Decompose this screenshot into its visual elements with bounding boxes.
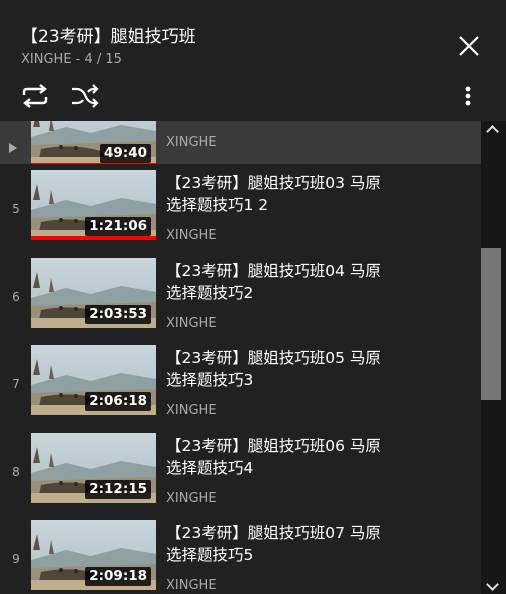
watch-progress-bar <box>31 236 156 240</box>
video-title[interactable]: 【23考研】腿姐技巧班07 马原 选择题技巧5 <box>166 522 431 566</box>
video-title[interactable]: 【23考研】腿姐技巧班05 马原 选择题技巧3 <box>166 347 431 391</box>
playlist-panel: 49:40选择题技巧1 1XINGHE5 1:21:06【23考研】腿姐技巧班0… <box>0 0 506 594</box>
playlist-title[interactable]: 【23考研】腿姐技巧班 <box>21 22 196 47</box>
video-title-line: 选择题技巧1 2 <box>166 196 269 214</box>
video-title-line: 【23考研】腿姐技巧班05 马原 <box>166 349 381 367</box>
video-channel[interactable]: XINGHE <box>166 403 217 418</box>
video-title[interactable]: 【23考研】腿姐技巧班04 马原 选择题技巧2 <box>166 260 431 304</box>
video-channel[interactable]: XINGHE <box>166 578 217 593</box>
video-duration-badge: 49:40 <box>100 144 151 163</box>
video-duration-badge: 1:21:06 <box>85 217 151 236</box>
loop-icon[interactable] <box>19 81 51 111</box>
video-title-line: 选择题技巧3 <box>166 371 254 389</box>
video-title-line: 选择题技巧4 <box>166 459 254 477</box>
more-vertical-icon[interactable] <box>456 81 480 111</box>
scrollbar-thumb[interactable] <box>481 248 501 400</box>
scroll-up-arrow[interactable] <box>481 121 506 138</box>
playlist-subtitle[interactable]: XINGHE - 4 / 15 <box>21 52 122 67</box>
video-thumbnail[interactable]: 2:09:18 <box>31 520 156 590</box>
video-thumbnail[interactable]: 1:21:06 <box>31 170 156 240</box>
playlist-item-index: 8 <box>12 465 20 479</box>
video-duration-badge: 2:12:15 <box>85 480 151 499</box>
video-channel[interactable]: XINGHE <box>166 228 217 243</box>
scroll-down-arrow[interactable] <box>481 578 506 594</box>
video-title-line: 【23考研】腿姐技巧班04 马原 <box>166 262 381 280</box>
video-thumbnail[interactable]: 2:06:18 <box>31 345 156 415</box>
playlist-item-index: 7 <box>12 377 20 391</box>
video-thumbnail[interactable]: 2:12:15 <box>31 433 156 503</box>
playlist-item[interactable]: 8 2:12:15 【23考研】腿姐技巧班06 马原 选择题技巧4 XINGHE <box>0 433 481 521</box>
video-title-line: 【23考研】腿姐技巧班03 马原 <box>166 174 381 192</box>
close-icon[interactable] <box>454 31 484 61</box>
video-thumbnail[interactable]: 2:03:53 <box>31 258 156 328</box>
video-title-line: 【23考研】腿姐技巧班06 马原 <box>166 437 381 455</box>
playlist-item-index: 9 <box>12 552 20 566</box>
video-duration-badge: 2:06:18 <box>85 392 151 411</box>
video-channel[interactable]: XINGHE <box>166 491 217 506</box>
playlist-item[interactable]: 7 2:06:18 【23考研】腿姐技巧班05 马原 选择题技巧3 XINGHE <box>0 345 481 433</box>
video-channel[interactable]: XINGHE <box>166 316 217 331</box>
watch-progress-bar <box>31 163 156 164</box>
playlist-item[interactable]: 9 2:09:18 【23考研】腿姐技巧班07 马原 选择题技巧5 XINGHE <box>0 520 481 594</box>
video-title-line: 选择题技巧5 <box>166 546 254 564</box>
video-duration-badge: 2:03:53 <box>85 305 151 324</box>
video-title-line: 选择题技巧2 <box>166 284 254 302</box>
video-title[interactable]: 【23考研】腿姐技巧班06 马原 选择题技巧4 <box>166 435 431 479</box>
video-title-line: 【23考研】腿姐技巧班07 马原 <box>166 524 381 542</box>
playlist-item-index: 6 <box>12 290 20 304</box>
video-channel[interactable]: XINGHE <box>166 135 217 150</box>
playlist-header: 【23考研】腿姐技巧班 XINGHE - 4 / 15 <box>0 0 506 121</box>
now-playing-icon <box>9 143 17 153</box>
playlist-item[interactable]: 6 2:03:53 【23考研】腿姐技巧班04 马原 选择题技巧2 XINGHE <box>0 258 481 346</box>
playlist-item[interactable]: 5 1:21:06 【23考研】腿姐技巧班03 马原 选择题技巧1 2 XINGHE <box>0 170 481 258</box>
video-title[interactable]: 【23考研】腿姐技巧班03 马原 选择题技巧1 2 <box>166 172 431 216</box>
shuffle-icon[interactable] <box>69 81 101 111</box>
scrollbar[interactable] <box>481 121 506 594</box>
playlist-item-index: 5 <box>12 202 20 216</box>
video-duration-badge: 2:09:18 <box>85 567 151 586</box>
